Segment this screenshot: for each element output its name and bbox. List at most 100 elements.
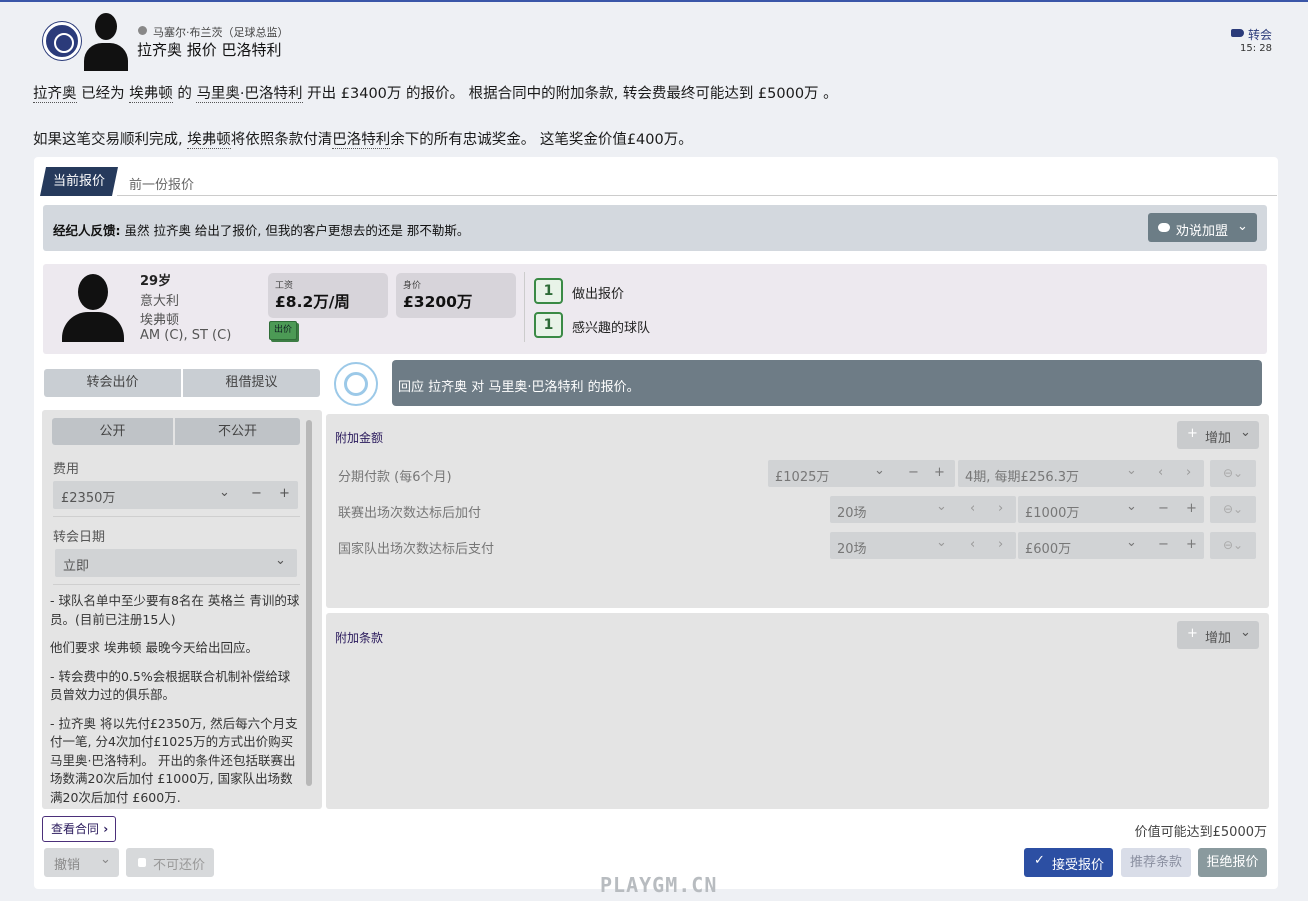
offer-tag: 出价	[269, 321, 297, 340]
chevron-left-icon[interactable]: ‹	[970, 537, 975, 552]
plus-icon: +	[1187, 626, 1198, 641]
league-apps-amount[interactable]: £1000万 ⌄ − +	[1018, 496, 1204, 523]
row-menu-button[interactable]: ⊖⌄	[1210, 460, 1256, 487]
wage-value: £8.2万/周	[275, 293, 350, 311]
increment-icon[interactable]: +	[1186, 501, 1197, 516]
clauses-title: 附加条款	[335, 631, 384, 645]
message-line-2: 如果这笔交易顺利完成, 埃弗顿将依照条款付清巴洛特利余下的所有忠诚奖金。 这笔奖…	[33, 132, 693, 149]
row-menu-button[interactable]: ⊖⌄	[1210, 496, 1256, 523]
persuade-button[interactable]: 劝说加盟 ⌄	[1148, 213, 1257, 242]
tab-underline	[117, 195, 1277, 196]
interested-count: 1	[534, 312, 563, 338]
left-divider	[53, 516, 300, 517]
message-title: 拉齐奥 报价 巴洛特利	[137, 41, 282, 59]
category-label: 转会	[1247, 28, 1272, 42]
notes-list: - 球队名单中至少要有8名在 英格兰 青训的球员。(目前已注册15人) 他们要求…	[50, 592, 300, 804]
chevron-left-icon[interactable]: ‹	[970, 501, 975, 516]
lock-icon	[138, 858, 146, 867]
increment-icon[interactable]: +	[934, 465, 945, 480]
club-crest-icon	[43, 22, 81, 60]
tab-current-offer[interactable]: 当前报价	[40, 167, 118, 196]
player-link[interactable]: 马里奥·巴洛特利	[196, 86, 303, 103]
chevron-down-icon[interactable]: ⌄	[936, 499, 947, 514]
chevron-right-icon[interactable]: ›	[998, 537, 1003, 552]
tag-icon	[1231, 29, 1244, 37]
club-link-everton-2[interactable]: 埃弗顿	[187, 132, 231, 149]
player-positions: AM (C), ST (C)	[140, 328, 232, 343]
decrement-icon[interactable]: −	[251, 486, 262, 501]
fee-label: 费用	[53, 462, 80, 477]
fee-input[interactable]: £2350万 ⌄ − +	[53, 481, 298, 509]
chevron-down-icon[interactable]: ⌄	[1126, 535, 1137, 550]
increment-icon[interactable]: +	[1186, 537, 1197, 552]
notes-scrollbar[interactable]	[306, 420, 312, 786]
left-divider-2	[53, 584, 300, 585]
agent-feedback: 经纪人反馈: 虽然 拉齐奥 给出了报价, 但我的客户更想去的还是 那不勒斯。	[53, 223, 470, 238]
offers-count: 1	[534, 278, 563, 304]
chevron-down-icon[interactable]: ⌄	[219, 485, 230, 500]
plus-icon: +	[1187, 426, 1198, 441]
date-label: 转会日期	[53, 530, 106, 545]
chevron-down-icon: ⌄	[275, 553, 286, 568]
suggest-terms-button[interactable]: 推荐条款	[1121, 848, 1191, 877]
extra-row-label: 联赛出场次数达标后加付	[338, 506, 482, 521]
withdraw-button[interactable]: 撤销 ⌄	[44, 848, 119, 877]
response-text: 回应 拉齐奥 对 马里奥·巴洛特利 的报价。	[398, 380, 640, 395]
league-apps-select[interactable]: 20场 ⌄ ‹ ›	[830, 496, 1016, 523]
extra-row-label: 国家队出场次数达标后支付	[338, 542, 495, 557]
player-club: 埃弗顿	[140, 313, 180, 328]
offers-label: 做出报价	[572, 287, 625, 302]
add-extra-button[interactable]: + 增加 ⌄	[1177, 421, 1259, 449]
chevron-down-icon: ⌄	[1237, 219, 1248, 234]
chevron-down-icon[interactable]: ⌄	[874, 463, 885, 478]
player-link-2[interactable]: 巴洛特利	[332, 132, 391, 149]
decrement-icon[interactable]: −	[908, 465, 919, 480]
view-contract-button[interactable]: 查看合同 ›	[42, 816, 116, 842]
clauses-panel	[326, 613, 1269, 809]
loan-offer-tab[interactable]: 租借提议	[183, 369, 320, 397]
summary-divider	[524, 272, 525, 342]
row-menu-button[interactable]: ⊖⌄	[1210, 532, 1256, 559]
info-icon	[138, 26, 147, 35]
decrement-icon[interactable]: −	[1158, 501, 1169, 516]
reject-offer-button[interactable]: 拒绝报价	[1198, 848, 1267, 877]
transfer-date-select[interactable]: 立即 ⌄	[55, 549, 297, 577]
chevron-down-icon: ⌄	[100, 852, 111, 867]
extra-row-label: 分期付款 (每6个月)	[338, 470, 452, 485]
chevron-down-icon[interactable]: ⌄	[936, 535, 947, 550]
public-toggle[interactable]: 公开	[52, 418, 173, 445]
chevron-down-icon: ⌄	[1240, 625, 1251, 640]
note-item: - 球队名单中至少要有8名在 英格兰 青训的球员。(目前已注册15人)	[50, 593, 300, 627]
private-toggle[interactable]: 不公开	[175, 418, 300, 445]
installment-count[interactable]: 4期, 每期£256.3万 ⌄ ‹ ›	[958, 460, 1204, 487]
chat-icon	[1158, 223, 1170, 232]
transfer-offer-tab[interactable]: 转会出价	[44, 369, 181, 397]
club-link-lazio[interactable]: 拉齐奥	[33, 86, 77, 103]
chevron-right-icon[interactable]: ›	[1186, 465, 1191, 480]
chevron-right-icon[interactable]: ›	[998, 501, 1003, 516]
intl-apps-select[interactable]: 20场 ⌄ ‹ ›	[830, 532, 1016, 559]
accept-offer-button[interactable]: ✓ 接受报价	[1024, 848, 1113, 877]
extras-title: 附加金额	[335, 431, 384, 445]
chevron-down-icon: ⌄	[1240, 425, 1251, 440]
note-item: - 拉齐奥 将以先付£2350万, 然后每六个月支付一笔, 分4次加付£1025…	[50, 715, 298, 805]
chevron-left-icon[interactable]: ‹	[1158, 465, 1163, 480]
tab-previous-offer[interactable]: 前一份报价	[129, 174, 194, 193]
value-note: 价值可能达到£5000万	[1134, 825, 1267, 840]
installment-amount[interactable]: £1025万 ⌄ − +	[768, 460, 955, 487]
note-item: 他们要求 埃弗顿 最晚今天给出回应。	[50, 640, 258, 655]
watermark: PLAYGM.CN	[600, 873, 718, 897]
increment-icon[interactable]: +	[279, 486, 290, 501]
chevron-down-icon[interactable]: ⌄	[1126, 463, 1137, 478]
player-nation: 意大利	[140, 294, 180, 309]
club-link-everton[interactable]: 埃弗顿	[129, 86, 173, 103]
intl-apps-amount[interactable]: £600万 ⌄ − +	[1018, 532, 1204, 559]
no-counter-button[interactable]: 不可还价	[126, 848, 214, 877]
add-clause-button[interactable]: + 增加 ⌄	[1177, 621, 1259, 649]
interested-label: 感兴趣的球队	[572, 321, 651, 336]
player-avatar	[62, 274, 124, 342]
chevron-down-icon[interactable]: ⌄	[1126, 499, 1137, 514]
decrement-icon[interactable]: −	[1158, 537, 1169, 552]
chevron-right-icon: ›	[99, 822, 109, 836]
message-time: 15: 28	[1240, 43, 1272, 54]
